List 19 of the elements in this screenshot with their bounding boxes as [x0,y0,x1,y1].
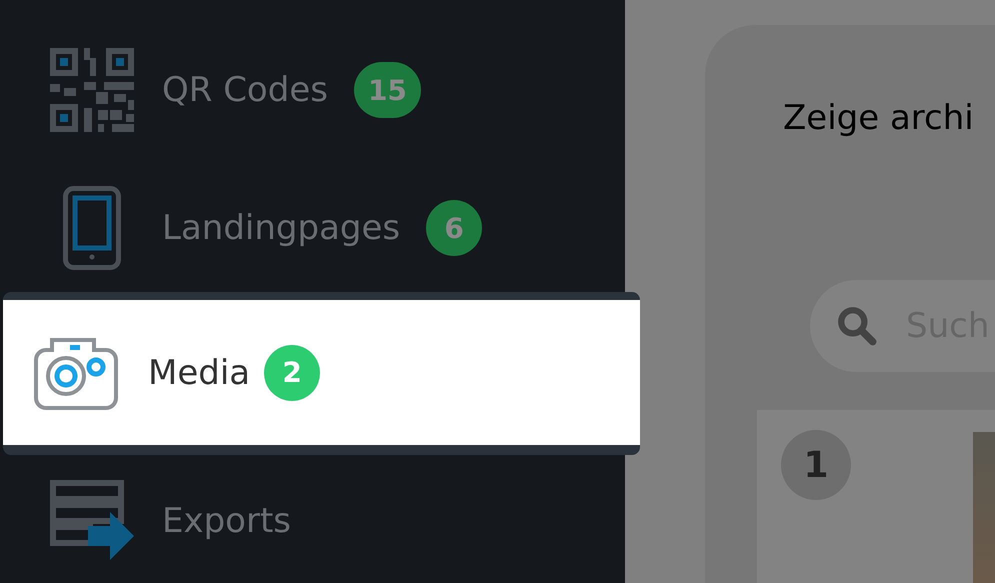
camera-icon [34,336,118,410]
search-icon [836,305,878,347]
export-icon [50,479,134,563]
qr-code-icon [50,48,134,132]
sidebar-item[interactable]: Landingpages 6 [0,182,625,274]
item-label: Exports [162,501,292,541]
count-badge: 2 [264,344,320,400]
list-row[interactable]: 1 [757,410,995,583]
sidebar-item[interactable]: QR Codes 15 [0,44,625,136]
smartphone-icon [63,186,121,270]
sidebar-item[interactable]: Media 2 [3,292,640,455]
item-label: QR Codes [162,70,328,110]
sidebar-item[interactable]: Exports [0,475,625,567]
item-label: Landingpages [162,208,400,248]
page-title: Zeige archi [783,101,975,135]
item-label: Media [148,352,250,392]
number-badge: 1 [781,430,851,500]
count-badge: 6 [426,200,482,256]
count-badge: 15 [354,62,421,118]
